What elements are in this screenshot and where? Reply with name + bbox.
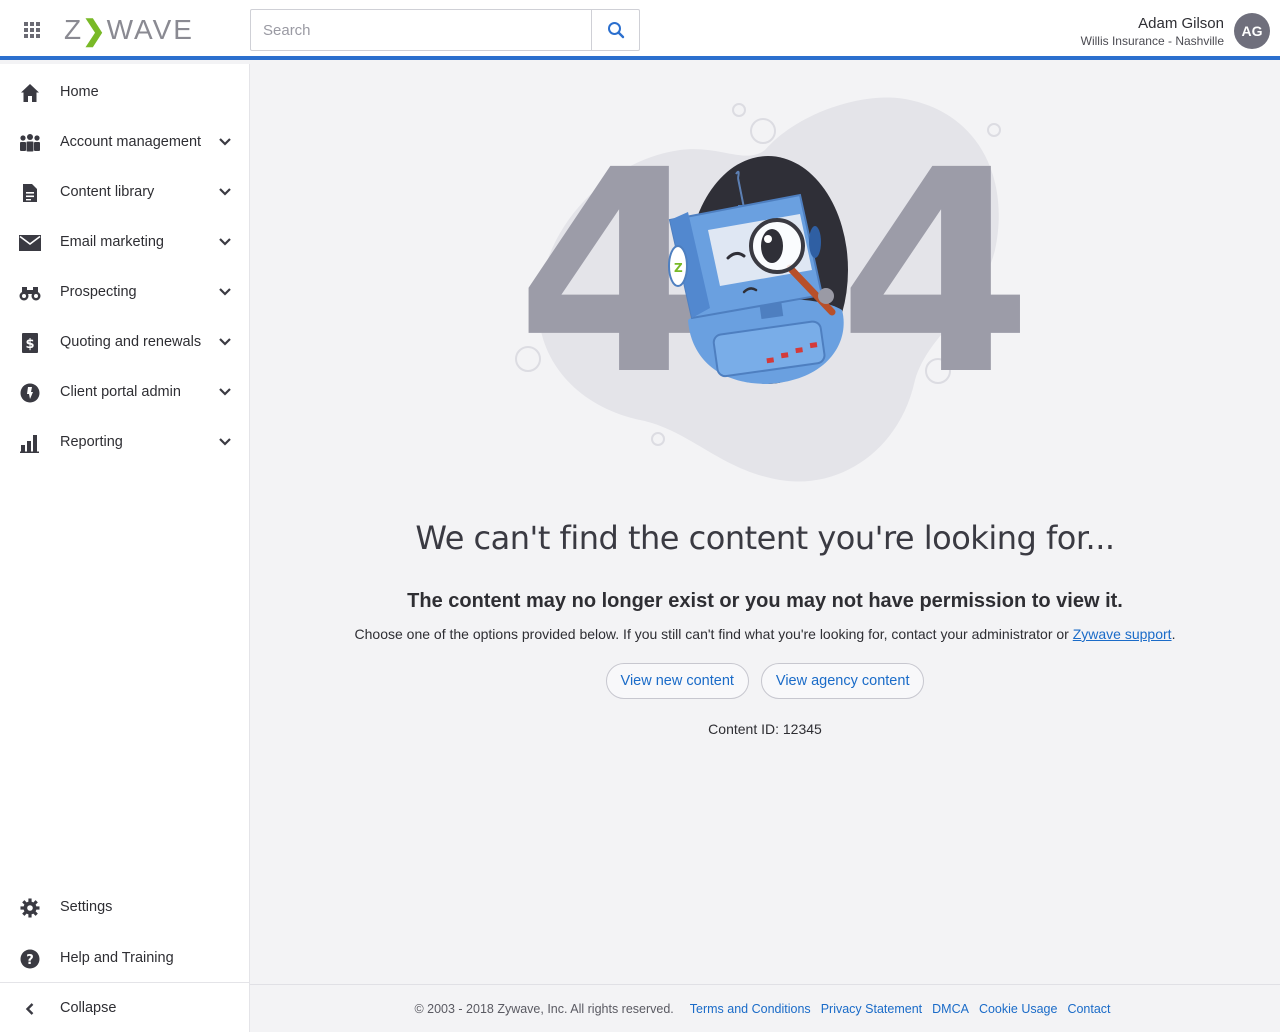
main-content: 4 4 Z We can't find the content you're l… [250,64,1280,1032]
zywave-logo[interactable]: Z ❯ WAVE [64,14,194,46]
app-launcher-icon[interactable] [24,22,40,38]
zywave-support-link[interactable]: Zywave support [1073,626,1172,642]
sidebar-item-client-portal-admin[interactable]: Client portal admin [0,367,249,417]
sidebar: Home Account management Content library … [0,64,250,1032]
copyright-text: © 2003 - 2018 Zywave, Inc. All rights re… [414,1001,674,1016]
sidebar-item-label: Home [60,84,99,100]
bar-chart-icon [19,432,41,454]
error-digit-right: 4 [838,111,1030,437]
sidebar-item-quoting-and-renewals[interactable]: $ Quoting and renewals [0,317,249,367]
sidebar-item-label: Quoting and renewals [60,334,202,350]
sidebar-item-label: Prospecting [60,284,137,300]
top-header: Z❯WAVE Adam Gilson Willis Insurance - Na… [0,0,1280,60]
error-description: Choose one of the options provided below… [250,626,1280,642]
sidebar-item-label: Email marketing [60,234,164,250]
chevron-down-icon [219,388,231,396]
sidebar-item-label: Account management [60,134,202,150]
help-icon: ? [19,948,41,970]
gear-icon [19,897,41,919]
document-icon [19,182,41,204]
sidebar-item-label: Settings [60,899,113,915]
sidebar-item-prospecting[interactable]: Prospecting [0,267,249,317]
search-box [250,9,640,51]
page-title: We can't find the content you're looking… [415,519,1115,557]
sidebar-item-home[interactable]: Home [0,67,249,117]
cookie-usage-link[interactable]: Cookie Usage [979,1002,1058,1016]
description-text: Choose one of the options provided below… [354,626,1073,642]
error-subtitle: The content may no longer exist or you m… [407,590,1123,612]
chevron-down-icon [219,438,231,446]
sidebar-collapse-button[interactable]: Collapse [0,983,249,1032]
search-button[interactable] [591,10,639,50]
contact-link[interactable]: Contact [1067,1002,1110,1016]
sidebar-item-label: Content library [60,184,155,200]
svg-text:?: ? [26,953,34,968]
user-name[interactable]: Adam Gilson [1138,15,1224,32]
avatar[interactable]: AG [1234,13,1270,49]
footer: © 2003 - 2018 Zywave, Inc. All rights re… [250,984,1280,1032]
chevron-left-icon [19,998,41,1020]
sidebar-item-settings[interactable]: Settings [0,882,249,932]
sidebar-item-email-marketing[interactable]: Email marketing [0,217,249,267]
home-icon [19,82,41,104]
sidebar-item-help-and-training[interactable]: ? Help and Training [0,933,249,983]
search-input[interactable] [251,10,592,50]
search-icon [607,22,624,39]
dmca-link[interactable]: DMCA [932,1002,969,1016]
view-agency-content-button[interactable]: View agency content [760,663,925,699]
sidebar-item-account-management[interactable]: Account management [0,117,249,167]
chevron-down-icon [219,238,231,246]
description-end: . [1171,626,1176,642]
chevron-down-icon [219,288,231,296]
robot-404-illustration: 4 4 Z [515,97,1030,482]
chevron-down-icon [219,138,231,146]
binoculars-icon [19,282,41,304]
dollar-document-icon: $ [19,332,41,354]
sidebar-item-label: Collapse [60,1000,117,1016]
sidebar-item-label: Help and Training [60,950,174,966]
chevron-down-icon [219,188,231,196]
envelope-icon [19,232,41,254]
content-id: Content ID: 12345 [708,721,822,737]
privacy-link[interactable]: Privacy Statement [821,1002,922,1016]
user-organization: Willis Insurance - Nashville [1080,34,1224,48]
sidebar-item-label: Reporting [60,434,123,450]
svg-text:$: $ [25,337,34,352]
terms-link[interactable]: Terms and Conditions [690,1002,811,1016]
view-new-content-button[interactable]: View new content [605,663,749,699]
svg-text:Z: Z [674,261,683,275]
portal-icon [19,382,41,404]
chevron-down-icon [219,338,231,346]
action-buttons: View new content View agency content [250,663,1280,699]
sidebar-item-reporting[interactable]: Reporting [0,417,249,467]
people-icon [19,132,41,154]
sidebar-item-content-library[interactable]: Content library [0,167,249,217]
sidebar-item-label: Client portal admin [60,384,181,400]
